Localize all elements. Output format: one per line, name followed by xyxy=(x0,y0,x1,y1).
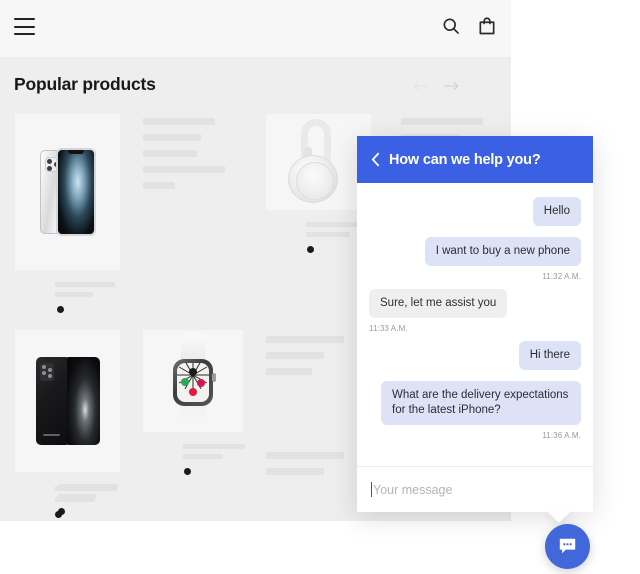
screenshot-root: Popular products xyxy=(0,0,640,574)
skeleton-text-block xyxy=(266,452,344,475)
chat-bubble-user: Hi there xyxy=(519,341,581,370)
chat-input-area[interactable]: Your message xyxy=(357,466,593,512)
chat-message-row: Hi there xyxy=(369,341,581,370)
product-card-iphone[interactable] xyxy=(15,114,120,313)
arrow-left-icon[interactable] xyxy=(413,80,428,92)
skeleton-line xyxy=(306,232,350,237)
chat-launcher-button[interactable] xyxy=(545,524,590,569)
skeleton-line xyxy=(183,444,245,449)
product-image-apple-watch-series-5 xyxy=(143,330,243,432)
site-topbar xyxy=(0,0,511,57)
chat-widget-pointer-tail xyxy=(547,511,571,523)
headphones-earcup xyxy=(288,155,338,203)
watch-complication xyxy=(189,368,197,376)
galaxy-brand-mark xyxy=(43,434,60,436)
product-card-watch[interactable] xyxy=(143,330,245,475)
chat-title: How can we help you? xyxy=(389,152,541,168)
iphone-front-screen xyxy=(56,148,96,236)
product-image-headphones-white xyxy=(266,114,371,210)
galaxy-front-screen xyxy=(67,357,100,445)
chat-message-row: Hello xyxy=(369,197,581,226)
chat-header: How can we help you? xyxy=(357,136,593,183)
carousel-controls xyxy=(413,80,459,92)
product-color-dot[interactable] xyxy=(55,511,62,518)
chevron-left-icon[interactable] xyxy=(371,152,380,167)
topbar-icon-group xyxy=(441,16,497,36)
page-title: Popular products xyxy=(14,74,156,95)
chat-timestamp: 11:33 A.M. xyxy=(369,324,581,333)
hamburger-menu-icon[interactable] xyxy=(14,18,35,35)
chat-timestamp: 11:32 A.M. xyxy=(369,272,581,281)
chat-bubble-user: Hello xyxy=(533,197,581,226)
skeleton-text-block xyxy=(143,118,225,189)
chat-bubble-user: What are the delivery expectations for t… xyxy=(381,381,581,425)
watch-crown xyxy=(212,373,216,382)
search-icon[interactable] xyxy=(441,16,461,36)
watch-illustration xyxy=(168,333,218,429)
chat-timestamp: 11:36 A.M. xyxy=(369,431,581,440)
text-cursor xyxy=(371,482,372,497)
shopping-bag-icon[interactable] xyxy=(477,16,497,36)
chat-widget: How can we help you? Hello I want to buy… xyxy=(357,136,593,512)
chat-message-row: Sure, let me assist you xyxy=(369,289,581,318)
product-image-galaxy-s20-ultra-black xyxy=(15,330,120,472)
watch-screen xyxy=(177,363,209,402)
skeleton-line xyxy=(183,454,223,459)
chat-message-list[interactable]: Hello I want to buy a new phone 11:32 A.… xyxy=(357,183,593,466)
galaxy-illustration xyxy=(36,357,100,445)
galaxy-back xyxy=(36,357,68,445)
product-card-headphones[interactable] xyxy=(266,114,371,253)
product-image-iphone-11-pro-silver xyxy=(15,114,120,270)
chat-bubble-dots-icon xyxy=(557,536,578,557)
skeleton-text-block xyxy=(266,336,344,375)
skeleton-text-block xyxy=(55,486,117,518)
headphones-illustration xyxy=(280,119,358,205)
product-color-dot[interactable] xyxy=(184,468,191,475)
watch-complication xyxy=(197,379,205,387)
skeleton-line xyxy=(55,282,115,287)
product-color-dot[interactable] xyxy=(307,246,314,253)
iphone-notch xyxy=(68,150,84,154)
watch-complication xyxy=(189,388,197,396)
arrow-right-icon[interactable] xyxy=(444,80,459,92)
chat-input-placeholder[interactable]: Your message xyxy=(373,483,452,497)
chat-message-row: I want to buy a new phone xyxy=(369,237,581,266)
chat-bubble-user: I want to buy a new phone xyxy=(425,237,581,266)
chat-bubble-agent: Sure, let me assist you xyxy=(369,289,507,318)
skeleton-line xyxy=(55,292,93,297)
watch-complication xyxy=(181,378,189,386)
iphone-illustration xyxy=(40,148,96,236)
chat-message-row: What are the delivery expectations for t… xyxy=(369,381,581,425)
galaxy-camera-module xyxy=(40,363,54,381)
product-color-dot[interactable] xyxy=(57,306,64,313)
